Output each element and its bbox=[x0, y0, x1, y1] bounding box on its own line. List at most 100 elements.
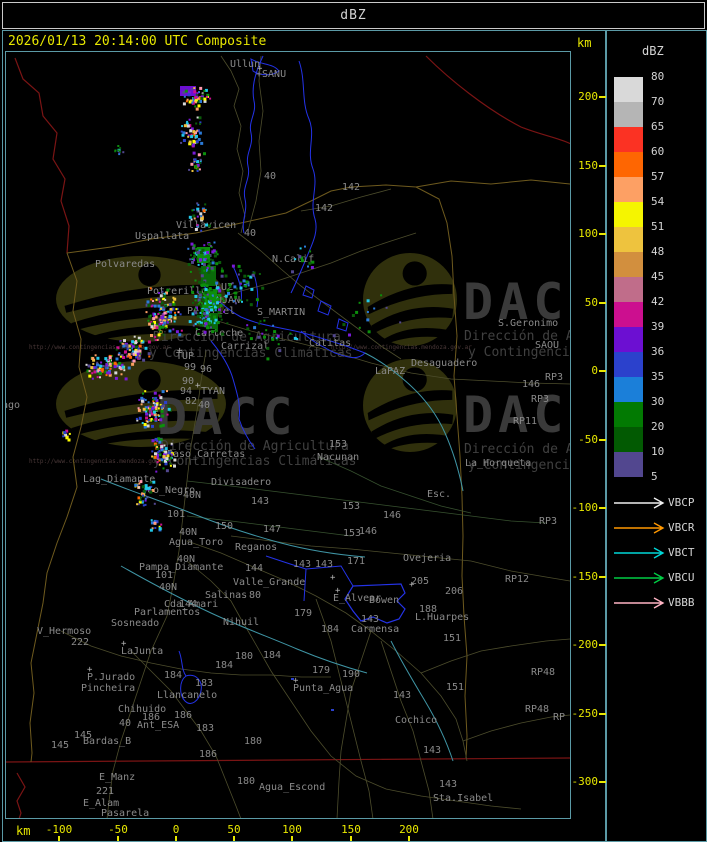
radar-echo bbox=[206, 326, 210, 330]
watermark-url: http://www.contingencias.mendoza.gov.ar bbox=[331, 344, 472, 351]
map-label: 184 bbox=[164, 670, 182, 681]
radar-echo bbox=[164, 462, 168, 466]
radar-echo bbox=[144, 390, 147, 393]
radar-echo bbox=[91, 357, 95, 360]
radar-echo bbox=[272, 324, 275, 327]
radar-echo bbox=[190, 254, 192, 257]
map-line bbox=[425, 55, 572, 145]
vector-label: VBCR bbox=[668, 521, 695, 534]
radar-echo bbox=[155, 326, 159, 330]
radar-echo bbox=[142, 504, 145, 507]
radar-echo bbox=[114, 149, 117, 152]
radar-echo bbox=[99, 376, 101, 379]
radar-echo bbox=[237, 273, 240, 276]
radar-echo bbox=[206, 251, 210, 254]
map-label: 184 bbox=[263, 650, 281, 661]
x-tick-label: -50 bbox=[108, 823, 128, 836]
radar-echo bbox=[149, 481, 152, 484]
radar-echo bbox=[201, 288, 204, 291]
radar-echo bbox=[186, 98, 189, 101]
radar-echo bbox=[164, 447, 168, 451]
radar-echo bbox=[204, 302, 207, 305]
x-tick-label: 200 bbox=[399, 823, 419, 836]
radar-echo bbox=[147, 340, 151, 344]
radar-echo bbox=[192, 214, 196, 218]
scale-swatch bbox=[614, 227, 643, 252]
radar-echo bbox=[127, 366, 131, 370]
map-label: 179 bbox=[312, 665, 330, 676]
radar-echo bbox=[199, 122, 201, 125]
radar-echo bbox=[158, 527, 162, 531]
map-label: RP3 bbox=[531, 394, 549, 405]
radar-echo bbox=[147, 486, 151, 490]
radar-echo bbox=[206, 297, 209, 300]
radar-echo bbox=[209, 245, 212, 247]
radar-echo bbox=[147, 304, 151, 307]
map-label: 206 bbox=[445, 586, 463, 597]
radar-echo bbox=[195, 247, 198, 250]
radar-echo bbox=[149, 314, 152, 317]
radar-echo bbox=[141, 422, 144, 424]
radar-echo bbox=[151, 455, 154, 458]
radar-echo bbox=[155, 470, 158, 473]
radar-echo bbox=[105, 359, 108, 362]
radar-echo bbox=[156, 456, 159, 459]
map-label: Pampa_Diamante bbox=[139, 562, 223, 573]
map-line bbox=[242, 55, 264, 234]
radar-echo bbox=[197, 302, 200, 305]
map-label: 142 bbox=[315, 203, 333, 214]
radar-echo bbox=[158, 450, 161, 453]
radar-echo bbox=[153, 502, 156, 505]
map-label: 143 bbox=[439, 779, 457, 790]
scale-swatch bbox=[614, 202, 643, 227]
radar-echo bbox=[191, 88, 194, 91]
radar-echo bbox=[164, 298, 167, 301]
radar-echo bbox=[137, 336, 141, 340]
map-label: 99 bbox=[184, 362, 196, 373]
radar-echo bbox=[131, 350, 134, 353]
radar-echo bbox=[190, 135, 194, 139]
radar-echo bbox=[148, 419, 151, 421]
radar-echo bbox=[234, 302, 237, 305]
radar-echo bbox=[186, 124, 190, 128]
y-tick-mark bbox=[599, 302, 606, 304]
radar-echo bbox=[177, 311, 180, 314]
station-marker: + bbox=[121, 639, 127, 649]
radar-echo bbox=[204, 308, 208, 312]
radar-echo bbox=[151, 406, 155, 410]
radar-echo bbox=[144, 398, 147, 401]
x-tick-mark bbox=[58, 836, 60, 841]
radar-echo bbox=[239, 286, 243, 290]
map-line bbox=[220, 55, 246, 234]
radar-echo bbox=[158, 394, 161, 397]
scale-value-label: 30 bbox=[651, 395, 665, 408]
radar-echo bbox=[161, 423, 165, 427]
radar-echo bbox=[131, 362, 135, 366]
scale-value-label: 65 bbox=[651, 120, 665, 133]
radar-echo bbox=[169, 464, 172, 467]
radar-echo bbox=[147, 352, 151, 356]
radar-echo bbox=[298, 255, 302, 259]
radar-echo bbox=[198, 116, 202, 120]
radar-echo bbox=[156, 461, 159, 464]
radar-echo bbox=[109, 367, 112, 370]
map-label: RP3 bbox=[545, 372, 563, 383]
radar-echo bbox=[100, 361, 103, 364]
map-label: ago bbox=[6, 400, 20, 411]
map-line bbox=[5, 757, 571, 763]
radar-echo bbox=[146, 420, 149, 423]
map-label: Nihuil bbox=[223, 617, 259, 628]
radar-echo bbox=[215, 262, 219, 266]
radar-echo bbox=[197, 97, 200, 100]
x-tick-mark bbox=[117, 836, 119, 841]
map-label: 153 bbox=[342, 501, 360, 512]
scale-swatch bbox=[614, 327, 643, 352]
map-label: 222 bbox=[71, 637, 89, 648]
radar-echo bbox=[208, 262, 211, 264]
radar-echo bbox=[160, 409, 164, 413]
radar-echo bbox=[148, 414, 151, 417]
color-scale-title: dBZ bbox=[642, 44, 664, 58]
map-label: Agua_Toro bbox=[169, 537, 223, 548]
radar-echo bbox=[119, 355, 122, 358]
y-tick-label: -150 bbox=[571, 570, 599, 583]
